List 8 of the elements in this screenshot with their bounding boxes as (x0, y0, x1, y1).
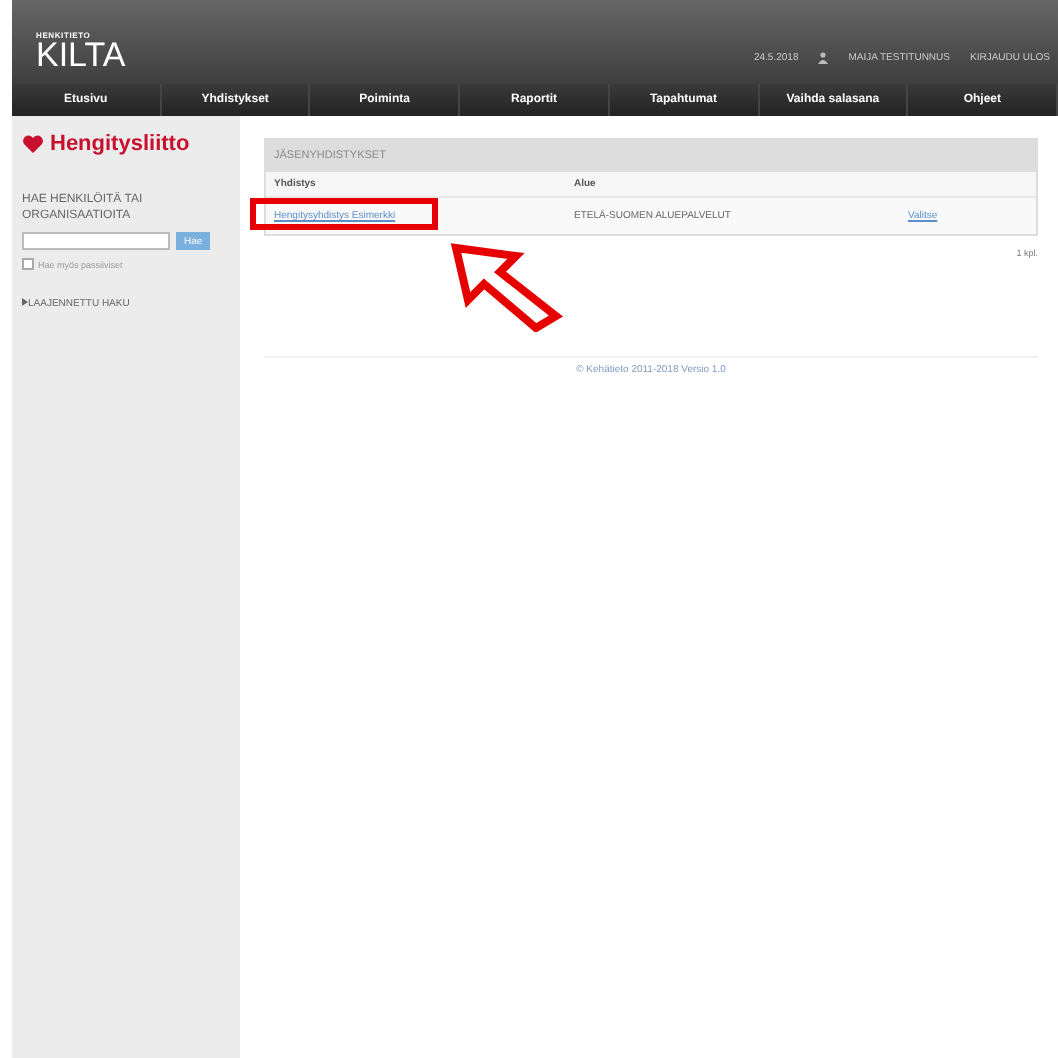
logo: KILTA (36, 40, 126, 72)
caret-icon (22, 298, 28, 306)
checkbox[interactable] (22, 258, 34, 270)
pointer-arrow (448, 240, 568, 332)
brand-name: Hengitysliitto (50, 132, 190, 156)
heart-icon (22, 134, 44, 154)
search-field[interactable] (22, 232, 170, 250)
user-icon (818, 52, 829, 64)
